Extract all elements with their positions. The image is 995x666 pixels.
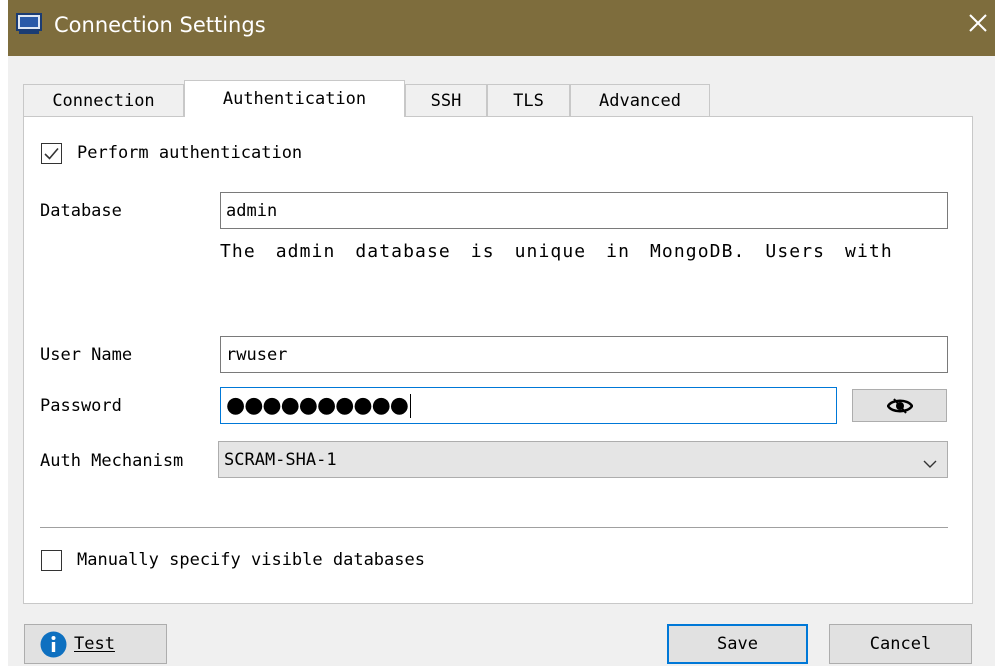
perform-authentication-label: Perform authentication xyxy=(77,143,303,163)
tab-ssh[interactable]: SSH xyxy=(405,84,487,117)
tab-tls[interactable]: TLS xyxy=(487,84,570,117)
tab-advanced[interactable]: Advanced xyxy=(570,84,710,117)
tab-label: Connection xyxy=(52,91,155,111)
save-button-label: Save xyxy=(717,634,758,654)
password-label: Password xyxy=(40,396,122,416)
password-masked-value: ●●●●●●●●●● xyxy=(226,393,409,418)
auth-mechanism-label: Auth Mechanism xyxy=(40,451,184,471)
checkmark-icon xyxy=(44,147,59,160)
manual-databases-checkbox[interactable] xyxy=(41,550,62,571)
tab-label: Authentication xyxy=(222,89,367,109)
database-input[interactable]: admin xyxy=(220,192,948,229)
test-button-label: Test xyxy=(74,634,115,654)
chevron-down-icon xyxy=(923,454,937,474)
auth-mechanism-value: SCRAM-SHA-1 xyxy=(224,449,337,470)
username-input[interactable]: rwuser xyxy=(220,336,948,373)
test-button[interactable]: Test xyxy=(24,624,167,664)
auth-mechanism-select[interactable]: SCRAM-SHA-1 xyxy=(218,441,948,478)
tab-label: TLS xyxy=(513,91,544,111)
username-value: rwuser xyxy=(226,344,288,365)
save-button[interactable]: Save xyxy=(667,624,808,664)
info-icon xyxy=(40,631,67,658)
tab-label: SSH xyxy=(430,91,462,111)
tab-connection[interactable]: Connection xyxy=(23,84,184,117)
tab-label: Advanced xyxy=(599,91,681,111)
database-value: admin xyxy=(226,200,278,221)
show-password-button[interactable] xyxy=(852,389,947,422)
password-input[interactable]: ●●●●●●●●●● xyxy=(220,387,837,424)
database-label: Database xyxy=(40,201,122,221)
separator xyxy=(40,527,948,528)
window-app-icon xyxy=(16,13,42,35)
cancel-button-label: Cancel xyxy=(869,634,932,654)
tab-authentication[interactable]: Authentication xyxy=(184,80,405,117)
manual-databases-label: Manually specify visible databases xyxy=(77,550,425,570)
perform-authentication-checkbox[interactable] xyxy=(41,143,62,164)
username-label: User Name xyxy=(40,345,133,365)
cancel-button[interactable]: Cancel xyxy=(829,624,972,664)
window-title: Connection Settings xyxy=(54,13,266,37)
close-icon xyxy=(969,14,987,32)
database-help-text: The admin database is unique in MongoDB.… xyxy=(220,241,893,262)
title-bar: Connection Settings xyxy=(8,0,995,56)
eye-icon xyxy=(886,397,913,414)
text-cursor xyxy=(409,393,411,418)
close-button[interactable] xyxy=(961,6,995,40)
